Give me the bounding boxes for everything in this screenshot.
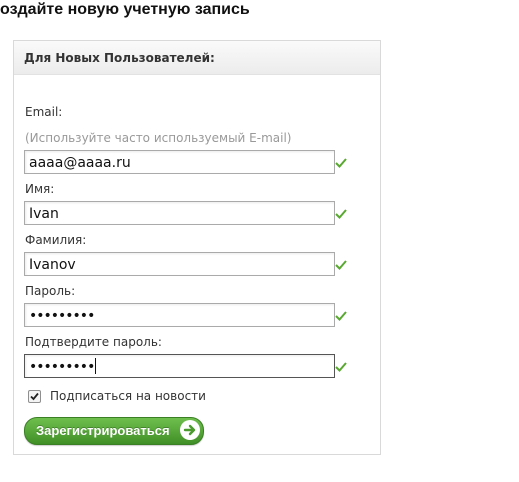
check-icon	[335, 256, 347, 270]
text-caret	[95, 358, 97, 374]
email-field[interactable]: aaaa@aaaa.ru	[24, 150, 335, 174]
newsletter-label: Подписаться на новости	[50, 389, 206, 403]
email-value: aaaa@aaaa.ru	[29, 155, 131, 171]
check-icon	[335, 307, 347, 321]
email-hint: (Используйте часто используемый E-mail)	[25, 131, 292, 145]
register-button[interactable]: Зарегистрироваться	[24, 417, 204, 445]
check-icon	[335, 154, 347, 168]
last-name-field[interactable]: Ivanov	[24, 252, 335, 276]
first-name-value: Ivan	[29, 206, 59, 222]
arrow-right-circle-icon	[180, 420, 200, 440]
first-name-field[interactable]: Ivan	[24, 201, 335, 225]
newsletter-checkbox[interactable]	[28, 390, 41, 403]
password-label: Пароль:	[25, 284, 76, 298]
register-button-label: Зарегистрироваться	[36, 423, 170, 438]
first-name-label: Имя:	[25, 182, 55, 196]
check-icon	[335, 205, 347, 219]
registration-page: оздайте новую учетную запись Для Новых П…	[0, 0, 519, 482]
checkmark-icon	[30, 392, 39, 401]
confirm-password-field[interactable]: •••••••••	[24, 354, 335, 378]
confirm-password-value: •••••••••	[29, 359, 95, 375]
panel-header: Для Новых Пользователей:	[14, 41, 380, 75]
last-name-value: Ivanov	[29, 257, 76, 273]
registration-panel: Для Новых Пользователей: Email: (Использ…	[13, 40, 381, 455]
newsletter-row[interactable]: Подписаться на новости	[28, 389, 248, 405]
page-title: оздайте новую учетную запись	[0, 1, 250, 18]
last-name-label: Фамилия:	[25, 233, 87, 247]
confirm-password-label: Подтвердите пароль:	[25, 335, 162, 349]
password-value: •••••••••	[29, 308, 95, 324]
check-icon	[335, 358, 347, 372]
email-label: Email:	[25, 105, 63, 119]
password-field[interactable]: •••••••••	[24, 303, 335, 327]
